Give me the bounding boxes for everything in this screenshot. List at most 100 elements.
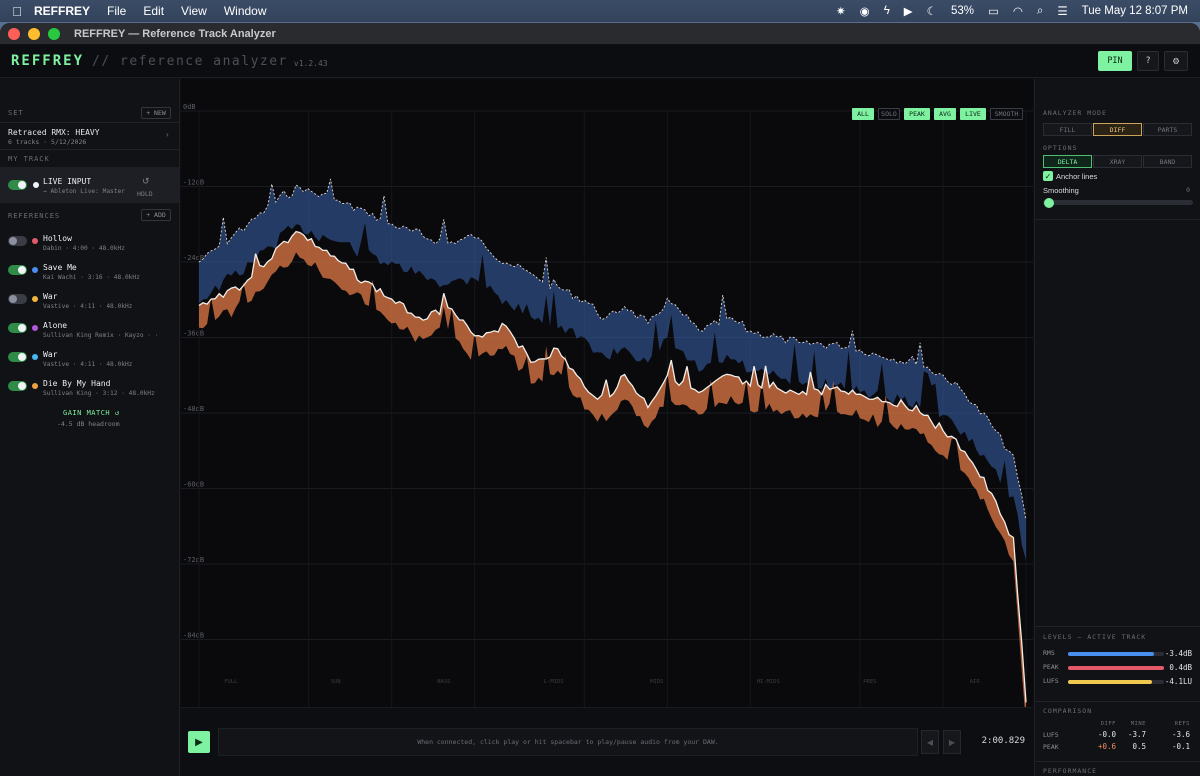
chip-avg[interactable]: AVG	[934, 108, 956, 120]
my-track-point	[991, 494, 992, 495]
cmp-row-label: LUFS	[1043, 731, 1059, 739]
apple-icon[interactable]: 	[0, 4, 34, 19]
help-button[interactable]: ?	[1137, 51, 1159, 71]
play-button[interactable]: ▶	[188, 731, 210, 753]
reference-meta: Kai Wachi · 3:16 · 48.0kHz	[43, 274, 140, 281]
mode-band[interactable]: BAND	[1143, 155, 1192, 168]
pin-button[interactable]: PIN	[1098, 51, 1132, 71]
chevron-right-icon[interactable]: ›	[166, 130, 169, 139]
chip-peak[interactable]: PEAK	[904, 108, 930, 120]
window-title: REFFREY — Reference Track Analyzer	[74, 27, 276, 40]
reference-item[interactable]: Die By My Hand Sullivan King · 3:12 · 48…	[0, 375, 180, 403]
reference-color-dot	[32, 238, 38, 244]
band-label[interactable]: AIR	[970, 679, 980, 685]
version-label: v1.2.43	[293, 58, 328, 68]
next-button[interactable]: ▶	[943, 730, 961, 754]
chip-all[interactable]: ALL	[852, 108, 874, 120]
anchor-lines-label[interactable]: Anchor lines	[1056, 172, 1097, 181]
anchor-lines-checkbox[interactable]: ✓	[1043, 171, 1053, 181]
divider	[0, 149, 180, 150]
chip-live[interactable]: LIVE	[960, 108, 986, 120]
my-track-point	[698, 394, 699, 395]
reference-point	[1013, 456, 1014, 457]
new-set-button[interactable]: + NEW	[141, 107, 171, 119]
menu-window[interactable]: Window	[224, 4, 267, 18]
mode-delta[interactable]: DELTA	[1043, 155, 1092, 168]
mode-fill[interactable]: FILL	[1043, 123, 1092, 136]
app-window: REFFREY — Reference Track Analyzer REFFR…	[0, 23, 1200, 776]
level-lufs-meter	[1068, 680, 1164, 684]
band-label[interactable]: PRES	[863, 679, 876, 685]
add-reference-button[interactable]: + ADD	[141, 209, 171, 221]
headroom-label: -4.5 dB headroom	[57, 420, 120, 428]
y-tick-label: -48dB	[183, 405, 204, 413]
close-window-button[interactable]	[8, 27, 20, 40]
band-label[interactable]: SUB	[331, 679, 341, 685]
menu-view[interactable]: View	[181, 4, 207, 18]
set-name[interactable]: Retraced RMX: HEAVY	[8, 128, 100, 137]
live-input-toggle[interactable]	[8, 180, 27, 190]
reference-point	[330, 198, 331, 199]
smoothing-slider[interactable]	[1043, 200, 1193, 205]
search-icon[interactable]: ⌕	[1037, 5, 1043, 18]
spectrum-chart[interactable]: 0dB-12dB-24dB-36dB-48dB-60dB-72dB-84dB-9…	[181, 79, 1033, 707]
minimize-window-button[interactable]	[28, 27, 40, 40]
band-label[interactable]: MIDS	[650, 679, 663, 685]
band-label[interactable]: BASS	[437, 679, 450, 685]
menu-file[interactable]: File	[107, 4, 126, 18]
reference-toggle[interactable]	[8, 294, 27, 304]
band-label[interactable]: HI-MIDS	[757, 679, 780, 685]
divider	[1035, 219, 1200, 220]
reference-item[interactable]: War Vastive · 4:11 · 48.0kHz	[0, 346, 180, 374]
spectrum-analyzer[interactable]: 0dB-12dB-24dB-36dB-48dB-60dB-72dB-84dB-9…	[181, 79, 1033, 707]
status-icon[interactable]: ◉	[860, 4, 870, 18]
my-track-point	[530, 362, 531, 363]
mode-xray[interactable]: XRAY	[1093, 155, 1142, 168]
reference-item[interactable]: Alone Sullivan King Remix · Kayzo · ·	[0, 317, 180, 345]
reference-point	[624, 305, 625, 306]
prev-button[interactable]: ◀	[921, 730, 939, 754]
hold-label[interactable]: HOLD	[137, 190, 153, 198]
band-label[interactable]: FULL	[224, 679, 237, 685]
clock[interactable]: Tue May 12 8:07 PM	[1082, 5, 1188, 17]
reference-toggle[interactable]	[8, 236, 27, 246]
reference-point	[584, 299, 585, 300]
menu-edit[interactable]: Edit	[143, 4, 164, 18]
zoom-window-button[interactable]	[48, 27, 60, 40]
band-strip: FULL SUB BASS L-MIDS MIDS HI-MIDS PRES AIR	[181, 679, 1033, 722]
smoothing-slider-handle[interactable]	[1044, 198, 1054, 208]
menu-app-name[interactable]: REFFREY	[34, 4, 90, 18]
reference-name: War	[43, 292, 58, 301]
mode-diff[interactable]: DIFF	[1093, 123, 1142, 136]
settings-button[interactable]: ⚙	[1164, 51, 1188, 71]
cmp-row-label: PEAK	[1043, 743, 1059, 751]
band-label[interactable]: L-MIDS	[544, 679, 564, 685]
reference-point	[833, 343, 834, 344]
reference-item[interactable]: War Vastive · 4:11 · 48.0kHz	[0, 288, 180, 316]
reference-point	[798, 343, 799, 344]
bolt-icon[interactable]: ϟ	[884, 5, 890, 17]
live-input-row[interactable]: LIVE INPUT → Ableton Live: Master	[0, 167, 180, 203]
control-center-icon[interactable]: ☰	[1057, 4, 1067, 18]
play-status-icon[interactable]: ▶	[904, 4, 913, 18]
chip-smooth[interactable]: SMOOTH	[990, 108, 1023, 120]
brightness-icon[interactable]: ✷	[836, 4, 846, 18]
live-input-meta: → Ableton Live: Master	[43, 188, 125, 195]
mode-parts[interactable]: PARTS	[1143, 123, 1192, 136]
set-meta: 6 tracks · 5/12/2026	[8, 138, 87, 146]
battery-icon[interactable]: ▭	[988, 4, 999, 18]
reference-item[interactable]: Save Me Kai Wachi · 3:16 · 48.0kHz	[0, 259, 180, 287]
reference-toggle[interactable]	[8, 265, 27, 275]
reference-point	[606, 318, 607, 319]
gain-match-button[interactable]: GAIN MATCH ↺	[63, 409, 120, 417]
reference-toggle[interactable]	[8, 352, 27, 362]
chip-solo[interactable]: SOLO	[878, 108, 900, 120]
reference-item[interactable]: Hollow Dabin · 4:00 · 48.0kHz	[0, 230, 180, 258]
moon-icon[interactable]: ☾	[927, 4, 937, 18]
wifi-icon[interactable]: ◠	[1013, 4, 1023, 18]
reference-toggle[interactable]	[8, 323, 27, 333]
level-lufs-label: LUFS	[1043, 677, 1059, 685]
sidebar: SET + NEW Retraced RMX: HEAVY 6 tracks ·…	[0, 79, 180, 776]
reference-toggle[interactable]	[8, 381, 27, 391]
refresh-icon[interactable]: ↺	[142, 176, 150, 187]
